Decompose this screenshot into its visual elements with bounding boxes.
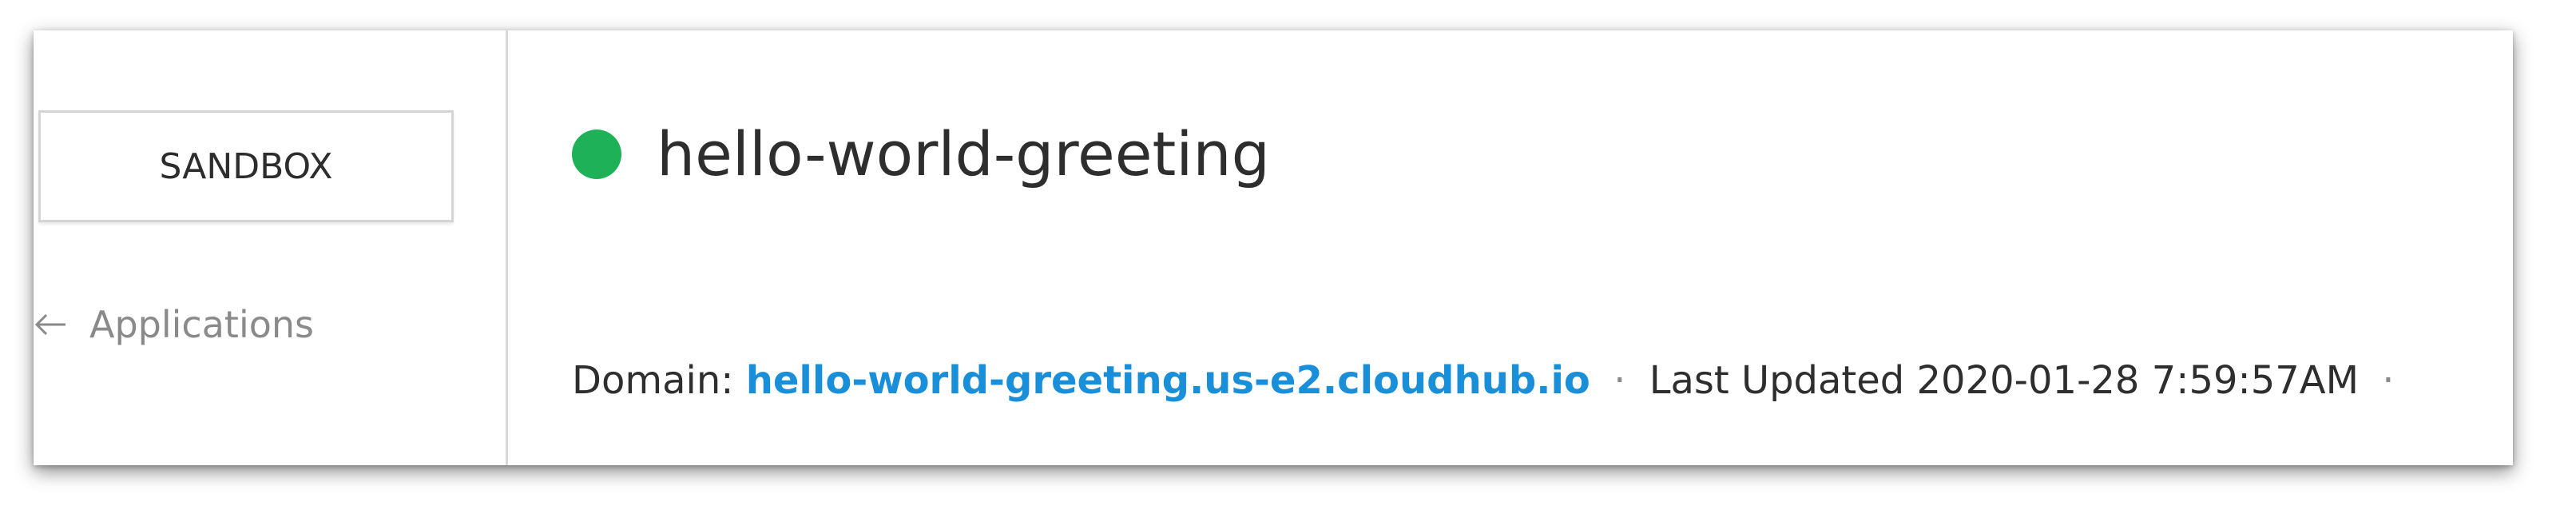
status-indicator-icon	[572, 129, 621, 179]
app-details-panel: SANDBOX Applications hello-world-greetin…	[34, 30, 2513, 465]
last-updated-value: 2020-01-28 7:59:57AM	[1916, 358, 2360, 403]
trailing-separator: ·	[2382, 358, 2395, 403]
environment-label: SANDBOX	[159, 145, 333, 187]
last-updated-label: Last Updated	[1649, 358, 1905, 403]
domain-link[interactable]: hello-world-greeting.us-e2.cloudhub.io	[746, 358, 1590, 403]
app-name: hello-world-greeting	[657, 118, 1270, 189]
back-link-label: Applications	[89, 303, 314, 346]
main-content: hello-world-greeting Domain: hello-world…	[508, 30, 2513, 465]
separator: ·	[1613, 358, 1626, 403]
back-to-applications-link[interactable]: Applications	[34, 301, 314, 349]
environment-button[interactable]: SANDBOX	[38, 110, 454, 222]
sidebar: SANDBOX Applications	[34, 30, 508, 465]
domain-label: Domain:	[572, 358, 734, 403]
app-title-row: hello-world-greeting	[572, 118, 1270, 189]
app-meta-row: Domain: hello-world-greeting.us-e2.cloud…	[572, 358, 2406, 403]
arrow-left-icon	[34, 313, 65, 336]
